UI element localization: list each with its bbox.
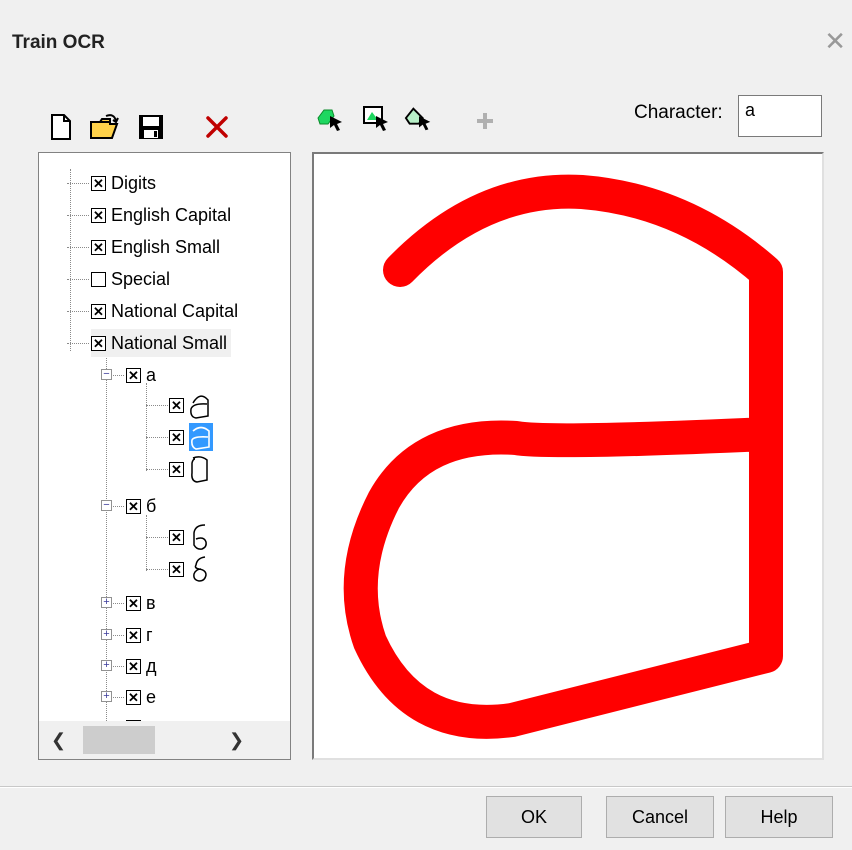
char-checkbox[interactable]: ✕: [126, 689, 141, 705]
tree-group-english-capital[interactable]: ✕ English Capital: [91, 201, 231, 229]
title-bar: Train OCR ✕: [0, 0, 852, 62]
collapse-icon[interactable]: −: [101, 369, 112, 380]
sample-checkbox[interactable]: ✕: [169, 429, 184, 445]
new-file-icon[interactable]: [46, 112, 76, 142]
tree-sample-a-1[interactable]: ✕: [169, 391, 211, 419]
tree-group-label: English Capital: [111, 204, 232, 225]
tree-group-english-small[interactable]: ✕ English Small: [91, 233, 220, 261]
tree-char-partial[interactable]: ✕: [126, 713, 146, 721]
open-folder-icon[interactable]: [90, 112, 120, 142]
sample-thumbnail-icon: [193, 524, 207, 550]
sample-thumbnail-selected-icon: [189, 423, 213, 451]
tree-char-v[interactable]: ✕ в: [126, 589, 156, 617]
char-checkbox[interactable]: ✕: [126, 658, 141, 674]
sample-checkbox[interactable]: ✕: [169, 561, 184, 577]
tree-char-label: д: [146, 655, 157, 676]
group-checkbox[interactable]: ✕: [91, 303, 106, 319]
select-region-icon[interactable]: [316, 104, 346, 134]
group-checkbox[interactable]: ✕: [91, 239, 106, 255]
tree-char-label: г: [146, 624, 153, 645]
tree-group-label: Special: [111, 268, 171, 289]
tree-char-a[interactable]: ✕ а: [126, 361, 156, 389]
sample-thumbnail-icon: [193, 556, 207, 582]
group-checkbox[interactable]: [91, 271, 106, 287]
scrollbar-thumb[interactable]: [83, 726, 155, 754]
tree-char-label: е: [146, 686, 157, 707]
ok-button[interactable]: OK: [486, 796, 582, 838]
scroll-right-icon[interactable]: ❯: [229, 730, 244, 751]
select-area-icon[interactable]: [404, 104, 434, 134]
char-checkbox[interactable]: ✕: [126, 627, 141, 643]
tree-char-label: а: [146, 364, 157, 385]
group-checkbox[interactable]: ✕: [91, 175, 106, 191]
character-input[interactable]: [738, 95, 822, 137]
sample-checkbox[interactable]: ✕: [169, 397, 184, 413]
character-tree[interactable]: ✕ Digits ✕ English Capital ✕ English Sma…: [39, 153, 290, 721]
character-tree-panel: ✕ Digits ✕ English Capital ✕ English Sma…: [38, 152, 291, 760]
char-checkbox[interactable]: ✕: [126, 498, 141, 514]
tree-char-b[interactable]: ✕ б: [126, 492, 156, 520]
tree-sample-b-2[interactable]: ✕: [169, 555, 211, 583]
scroll-left-icon[interactable]: ❮: [51, 730, 66, 751]
horizontal-scrollbar[interactable]: ❮ ❯: [39, 721, 290, 759]
sample-checkbox[interactable]: ✕: [169, 529, 184, 545]
expand-icon[interactable]: +: [101, 691, 112, 702]
expand-icon[interactable]: +: [101, 597, 112, 608]
help-button[interactable]: Help: [725, 796, 833, 838]
tree-sample-a-3[interactable]: ✕: [169, 455, 211, 483]
tree-char-d[interactable]: ✕ д: [126, 652, 157, 680]
tree-group-digits[interactable]: ✕ Digits: [91, 169, 156, 197]
char-checkbox[interactable]: ✕: [126, 367, 141, 383]
delete-icon[interactable]: [202, 112, 232, 142]
footer-separator: [0, 786, 852, 788]
cancel-button[interactable]: Cancel: [606, 796, 714, 838]
tree-char-e[interactable]: ✕ е: [126, 683, 156, 711]
char-checkbox[interactable]: ✕: [126, 595, 141, 611]
sample-checkbox[interactable]: ✕: [169, 461, 184, 477]
tree-sample-a-2[interactable]: ✕: [169, 423, 213, 451]
tree-char-g[interactable]: ✕ г: [126, 621, 153, 649]
group-checkbox[interactable]: ✕: [91, 207, 106, 223]
collapse-icon[interactable]: −: [101, 500, 112, 511]
tree-group-national-capital[interactable]: ✕ National Capital: [91, 297, 238, 325]
window-title: Train OCR: [12, 32, 105, 53]
tree-sample-b-1[interactable]: ✕: [169, 523, 211, 551]
tree-group-label: National Capital: [111, 300, 239, 321]
plus-icon: [470, 106, 500, 136]
sample-thumbnail-icon: [191, 456, 208, 483]
tree-group-label: National Small: [111, 332, 228, 353]
character-stroke: [343, 174, 783, 739]
character-label: Character:: [634, 102, 723, 123]
tree-group-special[interactable]: Special: [91, 265, 170, 293]
group-checkbox[interactable]: ✕: [91, 335, 106, 351]
tree-group-label: English Small: [111, 236, 221, 257]
drawing-canvas[interactable]: [312, 152, 824, 760]
tree-group-label: Digits: [111, 172, 157, 193]
add-frame-icon[interactable]: [362, 104, 392, 134]
tree-char-label: в: [146, 592, 156, 613]
expand-icon[interactable]: +: [101, 660, 112, 671]
save-icon[interactable]: [136, 112, 166, 142]
sample-thumbnail-icon: [190, 395, 209, 419]
tree-group-national-small[interactable]: ✕ National Small: [91, 329, 232, 357]
close-icon[interactable]: ✕: [824, 26, 846, 57]
expand-icon[interactable]: +: [101, 629, 112, 640]
tree-char-label: б: [146, 495, 157, 516]
